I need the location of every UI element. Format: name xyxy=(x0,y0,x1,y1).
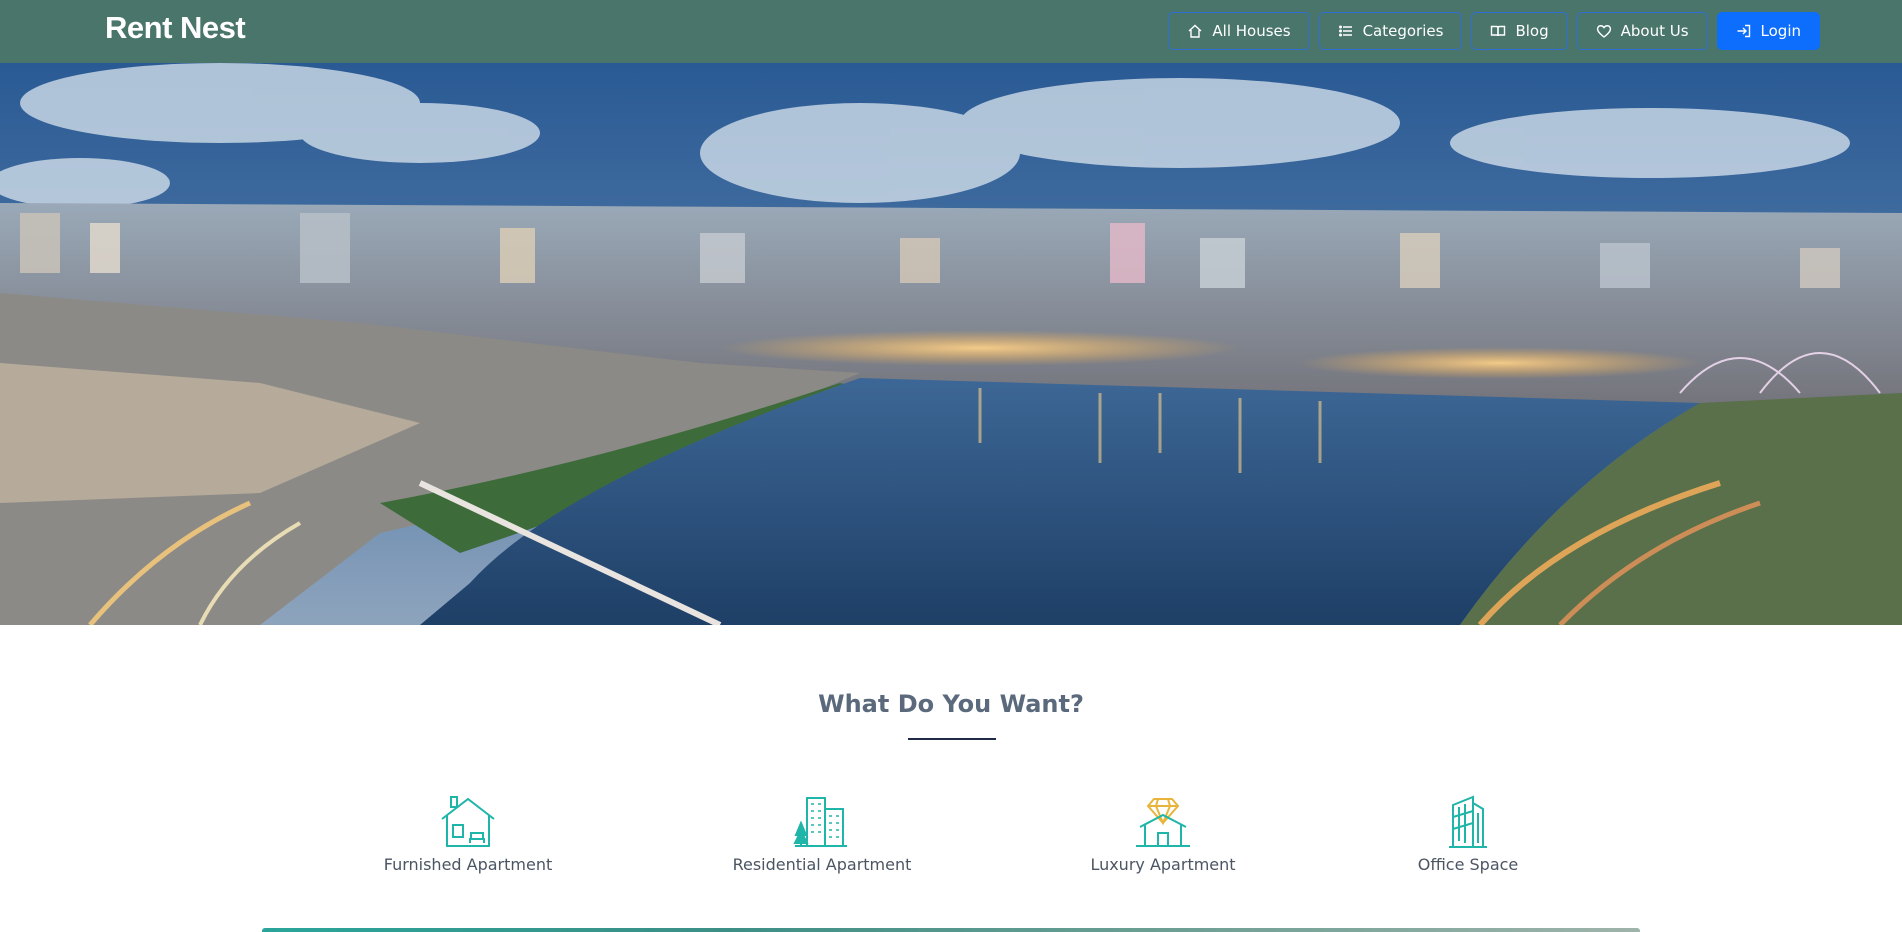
heart-icon xyxy=(1596,25,1611,38)
luxury-diamond-house-icon xyxy=(1136,798,1190,847)
furnished-house-icon xyxy=(441,796,495,847)
section-title-underline xyxy=(908,738,996,740)
nav-blog-label: Blog xyxy=(1515,22,1549,40)
section-title: What Do You Want? xyxy=(818,690,1084,718)
nav-all-houses-label: All Houses xyxy=(1212,22,1291,40)
list-icon xyxy=(1338,25,1352,37)
category-office-space[interactable]: Office Space xyxy=(1358,795,1578,874)
nav-about-us-button[interactable]: About Us xyxy=(1576,12,1708,50)
nav-categories-button[interactable]: Categories xyxy=(1318,12,1463,50)
category-furnished-apartment[interactable]: Furnished Apartment xyxy=(358,795,578,874)
featured-banner-edge xyxy=(262,928,1640,932)
nav-all-houses-button[interactable]: All Houses xyxy=(1168,12,1310,50)
hero-image xyxy=(0,63,1902,625)
book-icon xyxy=(1491,25,1506,37)
login-button[interactable]: Login xyxy=(1716,12,1820,50)
home-icon xyxy=(1188,24,1202,38)
office-tower-icon xyxy=(1449,795,1487,848)
category-residential-apartment[interactable]: Residential Apartment xyxy=(712,795,932,874)
navbar: Rent Nest All Houses Categories Blog Abo… xyxy=(0,0,1902,63)
nav-about-us-label: About Us xyxy=(1620,22,1689,40)
category-label: Luxury Apartment xyxy=(1090,855,1236,874)
residential-building-icon xyxy=(793,797,847,847)
login-icon xyxy=(1737,24,1750,38)
nav-categories-label: Categories xyxy=(1362,22,1444,40)
category-label: Furnished Apartment xyxy=(383,855,553,874)
hero-cityscape-illustration xyxy=(0,63,1902,625)
category-label: Residential Apartment xyxy=(732,855,912,874)
nav-links: All Houses Categories Blog About Us Logi… xyxy=(1168,12,1820,50)
login-label: Login xyxy=(1760,22,1801,40)
brand-logo[interactable]: Rent Nest xyxy=(105,10,246,46)
nav-blog-button[interactable]: Blog xyxy=(1471,12,1568,50)
category-luxury-apartment[interactable]: Luxury Apartment xyxy=(1053,795,1273,874)
category-label: Office Space xyxy=(1417,855,1519,874)
